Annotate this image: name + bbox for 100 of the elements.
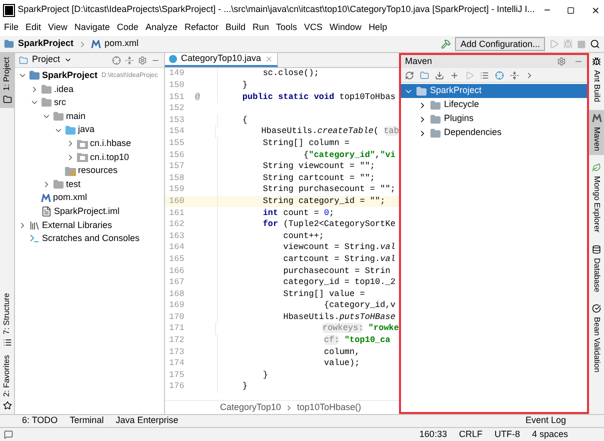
tree-item[interactable]: cn.i.hbase [90, 137, 132, 151]
tool-window-tab[interactable]: Mongo Explorer [589, 159, 604, 237]
tree-item[interactable]: External Libraries [42, 218, 112, 232]
menu-item[interactable]: VCS [304, 21, 323, 35]
folder-icon [41, 97, 52, 108]
tree-item[interactable]: .idea [54, 82, 74, 96]
menu-item[interactable]: Window [330, 21, 362, 35]
menu-item[interactable]: Code [116, 21, 138, 35]
download-icon[interactable] [435, 70, 444, 80]
tool-window-tab[interactable]: Maven [589, 110, 604, 156]
breadcrumb-item[interactable]: CategoryTop10 [220, 400, 282, 414]
leaf-icon [592, 163, 601, 172]
tree-item[interactable]: cn.i.top10 [90, 150, 130, 164]
menu-item[interactable]: View [48, 21, 68, 35]
list-icon[interactable] [480, 70, 489, 80]
target-icon[interactable] [495, 70, 504, 80]
override-marker[interactable]: @ [195, 92, 200, 102]
tree-item[interactable]: java [78, 123, 95, 137]
tool-window-tab[interactable]: 2: Favorites [0, 351, 14, 414]
folder-icon [2, 94, 12, 104]
tree-item[interactable]: src [54, 96, 66, 110]
breadcrumb-item[interactable]: pom.xml [104, 37, 139, 51]
line-number: 154 [168, 125, 186, 138]
code-line: value); [217, 357, 360, 370]
editor-tab[interactable]: CategoryTop10.java [165, 53, 278, 67]
code-line: {"category_id","vi [217, 148, 396, 162]
tree-item-label: Lifecycle [444, 98, 480, 112]
folder-icon [430, 128, 441, 138]
tree-item[interactable]: test [66, 178, 81, 192]
maximize-icon[interactable] [567, 6, 575, 14]
tree-item[interactable]: pom.xml [53, 191, 88, 205]
status-item[interactable]: CRLF [458, 428, 482, 441]
console-icon [29, 233, 40, 244]
window-title: SparkProject [D:\itcast\IdeaProjects\SparkProject] - ...\src\main\java\cn\itcast\top10\CategoryTop10.java [SparkProject] - IntelliJ I... [18, 3, 535, 16]
line-number: 162 [168, 218, 186, 231]
search-icon[interactable] [590, 39, 600, 49]
bottom-tool-tab[interactable]: 6: TODO [22, 414, 58, 428]
event-log-tab[interactable]: Event Log [525, 414, 566, 428]
tool-window-tab[interactable]: 7: Structure [0, 288, 14, 352]
menu-item[interactable]: Build [225, 21, 246, 35]
settings-icon[interactable] [557, 57, 566, 66]
status-icon[interactable] [4, 430, 13, 439]
tree-item[interactable]: SparkProject [42, 69, 98, 83]
code-line: String category_id = ""; [217, 194, 386, 208]
code-line: cf: "top10_ca [217, 334, 390, 347]
bottom-tool-tab[interactable]: Terminal [70, 414, 104, 428]
breadcrumb-item[interactable]: SparkProject [18, 37, 74, 51]
bottom-tool-tab[interactable]: Java Enterprise [116, 414, 178, 428]
line-number: 155 [168, 136, 186, 150]
tree-item[interactable]: SparkProject.iml [54, 204, 120, 218]
locate-icon[interactable] [112, 56, 121, 64]
tree-item-label: Plugins [444, 112, 474, 126]
build-icon[interactable] [441, 39, 452, 49]
line-number: 169 [168, 299, 186, 312]
tool-window-tab[interactable]: Database [589, 240, 604, 296]
collapse-icon[interactable] [510, 70, 519, 80]
run-configuration-button[interactable]: Add Configuration... [455, 37, 545, 51]
tool-window-tab[interactable]: Ant Build [589, 53, 604, 106]
maven-tree-row[interactable]: Plugins [401, 112, 587, 126]
settings-icon[interactable] [138, 56, 147, 64]
tool-window-tab[interactable]: Bean Validation [589, 300, 604, 376]
more-icon[interactable] [525, 70, 534, 80]
code-line: String[] column = [217, 136, 350, 150]
menu-item[interactable]: Tools [276, 21, 298, 35]
menu-item[interactable]: Navigate [74, 21, 110, 35]
line-number: 164 [168, 241, 186, 254]
maven-tree-row[interactable]: Lifecycle [401, 98, 587, 112]
tool-window-tab[interactable]: 1: Project [0, 53, 14, 108]
menu-item[interactable]: Run [252, 21, 270, 35]
menu-item[interactable]: Analyze [145, 21, 178, 35]
menu-item[interactable]: Refactor [184, 21, 218, 35]
tree-item[interactable]: main [66, 110, 86, 124]
panel-title[interactable]: Project [32, 53, 60, 67]
check-icon [592, 304, 601, 313]
reload-icon[interactable] [405, 70, 414, 80]
tree-item[interactable]: resources [78, 164, 118, 178]
database-icon [592, 244, 601, 254]
line-number: 157 [168, 160, 186, 173]
line-number: 159 [168, 183, 186, 196]
breadcrumb-item[interactable]: top10ToHbase() [297, 400, 362, 414]
menu-item[interactable]: Help [368, 21, 388, 35]
maven-tree-row[interactable]: SparkProject [401, 84, 587, 98]
tree-item[interactable]: Scratches and Consoles [42, 232, 140, 246]
folder-icon[interactable] [420, 70, 429, 80]
collapse-icon[interactable] [125, 56, 134, 64]
file-icon [41, 206, 52, 218]
status-item[interactable]: UTF-8 [494, 428, 520, 441]
code-line: viewcount = String.val [217, 241, 396, 254]
dropdown-icon[interactable] [64, 56, 72, 64]
add-icon[interactable] [450, 70, 459, 80]
status-item[interactable]: 4 spaces [532, 428, 568, 441]
maven-icon [90, 40, 101, 48]
code-line: String cartcount = ""; [217, 172, 376, 185]
maven-tree-row[interactable]: Dependencies [401, 126, 587, 140]
menu-item[interactable]: File [4, 21, 19, 35]
panel-title: Maven [405, 54, 432, 68]
code-line: column, [217, 346, 360, 358]
menu-item[interactable]: Edit [26, 21, 42, 35]
status-item[interactable]: 160:33 [419, 428, 447, 441]
line-number: 174 [168, 357, 186, 370]
